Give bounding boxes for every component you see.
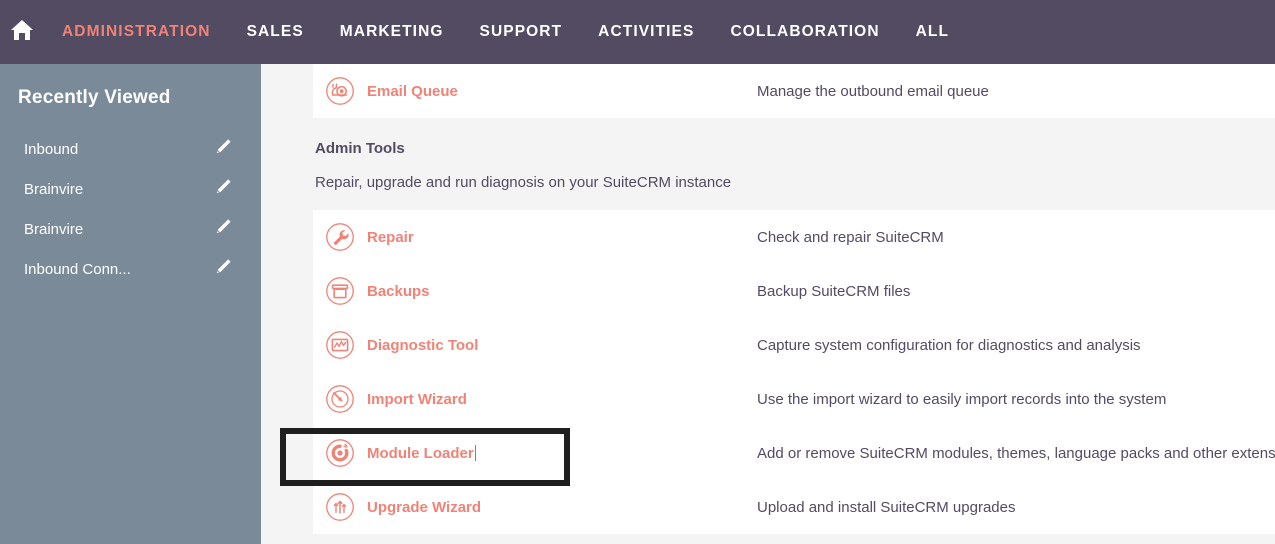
chart-image-icon — [313, 330, 367, 360]
upgrade-arrows-icon — [313, 492, 367, 522]
wrench-icon — [313, 222, 367, 252]
nav-item-sales[interactable]: SALES — [229, 0, 322, 64]
admin-list-row[interactable]: Repair Check and repair SuiteCRM — [313, 210, 1275, 264]
admin-link-upgrade-wizard[interactable]: Upgrade Wizard — [367, 499, 757, 516]
nav-item-collaboration[interactable]: COLLABORATION — [712, 0, 897, 64]
module-loader-icon — [313, 438, 367, 468]
email-queue-panel: Email Queue Manage the outbound email qu… — [313, 64, 1275, 118]
section-header-admin-tools: Admin Tools Repair, upgrade and run diag… — [313, 118, 1275, 210]
admin-link-backups[interactable]: Backups — [367, 283, 757, 300]
list-item[interactable]: Inbound — [0, 129, 261, 169]
nav-item-marketing[interactable]: MARKETING — [322, 0, 462, 64]
admin-desc-email-queue: Manage the outbound email queue — [757, 82, 989, 100]
recent-item-label: Inbound Conn... — [24, 260, 131, 278]
recent-item-label: Inbound — [24, 140, 79, 158]
admin-list-row[interactable]: Import Wizard Use the import wizard to e… — [313, 372, 1275, 426]
sidebar-title: Recently Viewed — [18, 87, 171, 108]
admin-desc-upgrade-wizard: Upload and install SuiteCRM upgrades — [757, 498, 1016, 516]
admin-desc-backups: Backup SuiteCRM files — [757, 282, 911, 300]
recent-item-label: Brainvire — [24, 220, 84, 238]
admin-desc-repair: Check and repair SuiteCRM — [757, 228, 944, 246]
home-button[interactable] — [0, 0, 44, 64]
admin-list-row-module-loader[interactable]: Module Loader Add or remove SuiteCRM mod… — [313, 426, 1275, 480]
admin-list-row[interactable]: Backups Backup SuiteCRM files — [313, 264, 1275, 318]
text-cursor — [474, 444, 476, 461]
admin-link-module-loader[interactable]: Module Loader — [367, 444, 757, 462]
recent-item-label: Brainvire — [24, 180, 84, 198]
admin-content-area: Email Queue Manage the outbound email qu… — [261, 64, 1275, 544]
home-icon — [9, 18, 35, 47]
pencil-icon[interactable] — [213, 177, 233, 202]
nav-item-activities[interactable]: ACTIVITIES — [580, 0, 712, 64]
list-item[interactable]: Inbound Conn... — [0, 249, 261, 289]
admin-list-row[interactable]: Diagnostic Tool Capture system configura… — [313, 318, 1275, 372]
section-subtitle: Repair, upgrade and run diagnosis on you… — [315, 174, 732, 191]
admin-desc-diagnostic-tool: Capture system configuration for diagnos… — [757, 336, 1141, 354]
admin-link-diagnostic-tool[interactable]: Diagnostic Tool — [367, 337, 757, 354]
top-navigation-bar: ADMINISTRATION SALES MARKETING SUPPORT A… — [0, 0, 1275, 64]
admin-list-row[interactable]: Email Queue Manage the outbound email qu… — [313, 64, 1275, 118]
admin-tools-list: Repair Check and repair SuiteCRM Backups… — [313, 210, 1275, 534]
admin-desc-module-loader: Add or remove SuiteCRM modules, themes, … — [757, 444, 1275, 462]
snail-icon — [313, 76, 367, 106]
pencil-icon[interactable] — [213, 137, 233, 162]
section-title: Admin Tools — [315, 140, 405, 157]
nav-item-administration[interactable]: ADMINISTRATION — [44, 0, 229, 64]
recently-viewed-list: Inbound Brainvire Brainvire Inbound Conn… — [0, 129, 261, 289]
admin-link-repair[interactable]: Repair — [367, 229, 757, 246]
recently-viewed-sidebar: Recently Viewed Inbound Brainvire Brainv… — [0, 64, 261, 544]
pencil-icon[interactable] — [213, 257, 233, 282]
pencil-icon[interactable] — [213, 217, 233, 242]
nav-item-support[interactable]: SUPPORT — [462, 0, 581, 64]
admin-list-row[interactable]: Upgrade Wizard Upload and install SuiteC… — [313, 480, 1275, 534]
admin-link-import-wizard[interactable]: Import Wizard — [367, 391, 757, 408]
import-arrow-icon — [313, 384, 367, 414]
admin-link-email-queue[interactable]: Email Queue — [367, 83, 757, 100]
list-item[interactable]: Brainvire — [0, 169, 261, 209]
list-item[interactable]: Brainvire — [0, 209, 261, 249]
nav-item-all[interactable]: ALL — [898, 0, 967, 64]
admin-desc-import-wizard: Use the import wizard to easily import r… — [757, 390, 1167, 408]
backup-box-icon — [313, 276, 367, 306]
